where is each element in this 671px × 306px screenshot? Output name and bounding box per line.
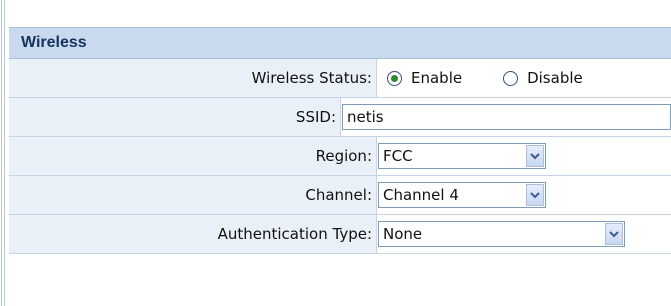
wireless-status-row: Wireless Status: Enable Disable (9, 59, 671, 98)
authentication-type-row: Authentication Type: None (9, 215, 671, 254)
field-label-cell: SSID: (9, 98, 341, 136)
region-row: Region: FCC (9, 137, 671, 176)
ssid-label: SSID: (295, 108, 336, 126)
channel-label: Channel: (305, 186, 372, 204)
wireless-enable-label[interactable]: Enable (411, 69, 462, 87)
field-label-cell: Channel: (9, 176, 377, 214)
channel-selected-value[interactable]: Channel 4 (379, 186, 459, 204)
chevron-down-icon[interactable] (526, 145, 544, 167)
field-label-cell: Authentication Type: (9, 215, 377, 253)
field-value-cell: Channel 4 (377, 176, 671, 214)
channel-select[interactable]: Channel 4 (378, 182, 546, 208)
left-border-line (1, 0, 2, 306)
field-value-cell: Enable Disable (377, 59, 671, 97)
wireless-disable-label[interactable]: Disable (527, 69, 583, 87)
authentication-type-select[interactable]: None (378, 221, 625, 247)
left-border-line (4, 0, 5, 306)
wireless-disable-option[interactable]: Disable (503, 69, 583, 87)
wireless-enable-option[interactable]: Enable (387, 69, 462, 87)
wireless-settings-panel: Wireless Wireless Status: Enable Disable… (9, 27, 671, 254)
wireless-status-radio-group: Enable Disable (387, 69, 624, 87)
region-label: Region: (315, 147, 372, 165)
chevron-down-icon[interactable] (605, 223, 623, 245)
region-select[interactable]: FCC (378, 143, 546, 169)
radio-unchecked-icon[interactable] (503, 70, 519, 86)
ssid-row: SSID: (9, 98, 671, 137)
field-value-cell (341, 98, 671, 136)
authentication-type-label: Authentication Type: (217, 225, 372, 243)
radio-checked-icon[interactable] (387, 70, 402, 86)
wireless-status-label: Wireless Status: (251, 69, 372, 87)
chevron-down-icon[interactable] (526, 184, 544, 206)
channel-row: Channel: Channel 4 (9, 176, 671, 215)
section-header: Wireless (9, 27, 671, 59)
field-value-cell: FCC (377, 137, 671, 175)
field-label-cell: Wireless Status: (9, 59, 377, 97)
field-label-cell: Region: (9, 137, 377, 175)
field-value-cell: None (377, 215, 671, 253)
ssid-input[interactable] (342, 104, 671, 130)
authentication-type-selected-value[interactable]: None (379, 225, 422, 243)
section-title: Wireless (21, 34, 87, 51)
region-selected-value[interactable]: FCC (379, 147, 413, 165)
